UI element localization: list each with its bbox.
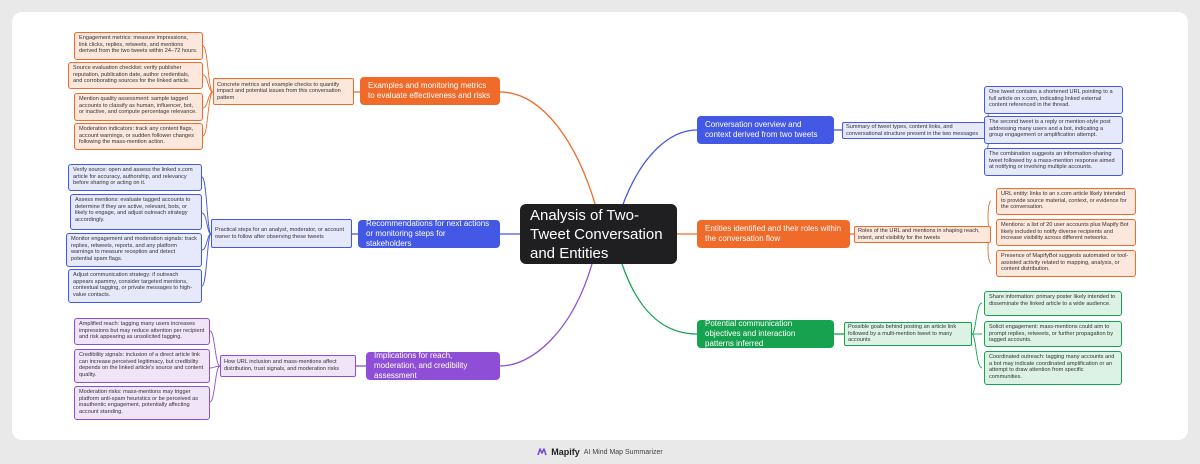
leaf-solicit-engagement[interactable]: Solicit engagement: mass-mentions could … <box>984 321 1122 347</box>
summary-metrics-text: Concrete metrics and example checks to q… <box>217 81 341 101</box>
leaf-source-evaluation[interactable]: Source evaluation checklist: verify publ… <box>68 62 203 89</box>
leaf-text: Coordinated outreach: tagging many accou… <box>989 354 1115 380</box>
branch-implications[interactable]: Implications for reach, moderation, and … <box>366 351 500 380</box>
branch-entities-label: Entities identified and their roles with… <box>705 224 842 243</box>
leaf-combination[interactable]: The combination suggests an information-… <box>984 148 1123 176</box>
mind-map-canvas: Analysis of Two-Tweet Conversation and E… <box>12 12 1188 440</box>
leaf-moderation-risks[interactable]: Moderation risks: mass-mentions may trig… <box>74 386 210 420</box>
leaf-mapifybot[interactable]: Presence of MapifyBot suggests automated… <box>996 250 1136 277</box>
summary-objectives[interactable]: Possible goals behind posting an article… <box>844 322 972 346</box>
branch-implications-label: Implications for reach, moderation, and … <box>374 351 468 380</box>
mapify-logo-icon <box>537 448 548 456</box>
leaf-engagement-metrics[interactable]: Engagement metrics: measure impressions,… <box>74 32 203 60</box>
branch-overview[interactable]: Conversation overview and context derive… <box>697 116 834 144</box>
leaf-text: Share information: primary poster likely… <box>989 294 1116 307</box>
summary-implications[interactable]: How URL inclusion and mass-mentions affe… <box>220 355 356 377</box>
leaf-text: Solicit engagement: mass-mentions could … <box>989 324 1114 344</box>
leaf-verify-source[interactable]: Verify source: open and assess the linke… <box>68 164 202 191</box>
summary-overview[interactable]: Summary of tweet types, content links, a… <box>842 122 992 139</box>
branch-overview-label: Conversation overview and context derive… <box>705 120 818 139</box>
leaf-text: Adjust communication strategy: if outrea… <box>73 272 193 298</box>
summary-recommendations[interactable]: Practical steps for an analyst, moderato… <box>211 219 352 248</box>
leaf-mention-quality[interactable]: Mention quality assessment: sample tagge… <box>74 93 203 121</box>
summary-recommendations-text: Practical steps for an analyst, moderato… <box>215 226 345 240</box>
branch-recommendations-label: Recommendations for next actions or moni… <box>366 219 490 248</box>
summary-metrics[interactable]: Concrete metrics and example checks to q… <box>213 78 354 105</box>
leaf-share-information[interactable]: Share information: primary poster likely… <box>984 291 1122 316</box>
branch-entities[interactable]: Entities identified and their roles with… <box>697 220 850 248</box>
leaf-text: Presence of MapifyBot suggests automated… <box>1001 253 1129 273</box>
branch-metrics[interactable]: Examples and monitoring metrics to evalu… <box>360 77 500 105</box>
leaf-coordinated-outreach[interactable]: Coordinated outreach: tagging many accou… <box>984 351 1122 385</box>
leaf-text: Mention quality assessment: sample tagge… <box>79 96 197 116</box>
branch-objectives[interactable]: Potential communication objectives and i… <box>697 319 834 348</box>
leaf-text: Credibility signals: inclusion of a dire… <box>79 352 204 378</box>
leaf-text: The second tweet is a reply or mention-s… <box>989 119 1111 139</box>
leaf-adjust-strategy[interactable]: Adjust communication strategy: if outrea… <box>68 269 202 303</box>
summary-entities[interactable]: Roles of the URL and mentions in shaping… <box>854 226 991 243</box>
footer: Mapify AI Mind Map Summarizer <box>0 444 1200 460</box>
leaf-text: One tweet contains a shortened URL point… <box>989 89 1113 109</box>
summary-implications-text: How URL inclusion and mass-mentions affe… <box>224 359 340 372</box>
root-title: Analysis of Two-Tweet Conversation and E… <box>530 206 663 262</box>
branch-objectives-label: Potential communication objectives and i… <box>705 319 796 348</box>
leaf-tweet-url[interactable]: One tweet contains a shortened URL point… <box>984 86 1123 114</box>
leaf-text: Monitor engagement and moderation signal… <box>71 236 197 262</box>
leaf-text: Moderation indicators: track any content… <box>79 126 195 146</box>
branch-metrics-label: Examples and monitoring metrics to evalu… <box>368 81 491 100</box>
leaf-url-entity[interactable]: URL entity: links to an x.com article li… <box>996 188 1136 215</box>
leaf-text: Mentions: a list of 20 user accounts plu… <box>1001 222 1129 242</box>
leaf-text: Amplified reach: tagging many users incr… <box>79 321 205 341</box>
leaf-text: Assess mentions: evaluate tagged account… <box>75 197 191 223</box>
leaf-text: Engagement metrics: measure impressions,… <box>79 35 198 55</box>
footer-tagline: AI Mind Map Summarizer <box>583 448 663 456</box>
summary-overview-text: Summary of tweet types, content links, a… <box>846 123 979 137</box>
leaf-text: URL entity: links to an x.com article li… <box>1001 191 1127 211</box>
leaf-monitor-engagement[interactable]: Monitor engagement and moderation signal… <box>66 233 202 267</box>
summary-entities-text: Roles of the URL and mentions in shaping… <box>858 227 980 241</box>
leaf-text: The combination suggests an information-… <box>989 151 1115 171</box>
footer-brand: Mapify <box>551 447 580 457</box>
branch-recommendations[interactable]: Recommendations for next actions or moni… <box>358 219 500 248</box>
leaf-mentions[interactable]: Mentions: a list of 20 user accounts plu… <box>996 219 1136 246</box>
leaf-text: Moderation risks: mass-mentions may trig… <box>79 389 199 415</box>
leaf-credibility-signals[interactable]: Credibility signals: inclusion of a dire… <box>74 349 210 383</box>
leaf-text: Source evaluation checklist: verify publ… <box>73 65 190 85</box>
summary-objectives-text: Possible goals behind posting an article… <box>848 324 957 344</box>
leaf-moderation-indicators[interactable]: Moderation indicators: track any content… <box>74 123 203 150</box>
root-node[interactable]: Analysis of Two-Tweet Conversation and E… <box>520 204 677 264</box>
leaf-amplified-reach[interactable]: Amplified reach: tagging many users incr… <box>74 318 210 345</box>
leaf-assess-mentions[interactable]: Assess mentions: evaluate tagged account… <box>70 194 202 230</box>
leaf-text: Verify source: open and assess the linke… <box>73 167 193 187</box>
leaf-reply-tweet[interactable]: The second tweet is a reply or mention-s… <box>984 116 1123 144</box>
